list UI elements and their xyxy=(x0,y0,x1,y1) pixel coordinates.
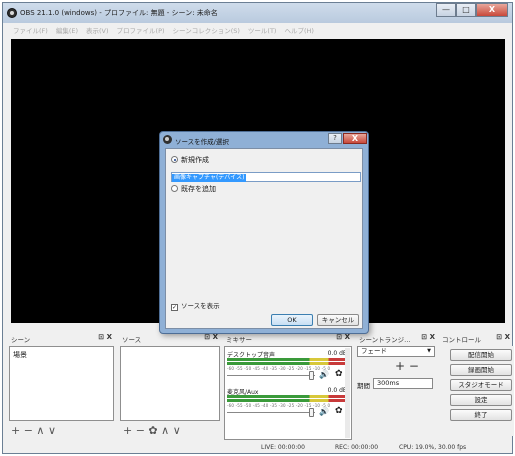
obs-logo-icon xyxy=(163,135,172,144)
gear-icon[interactable]: ✿ xyxy=(335,369,343,379)
window-caption-buttons: — □ X xyxy=(436,3,508,17)
obs-logo-icon xyxy=(7,8,17,18)
transition-add-remove[interactable]: + − xyxy=(395,359,419,373)
slider-track xyxy=(227,375,315,376)
create-source-dialog: ソースを作成/選択 ? X 新規作成 画像キャプチャ(デバイス) 既存を追加 ✓… xyxy=(159,131,369,334)
transitions-dock-header: シーントランジ… ⊡ X xyxy=(357,333,437,344)
window-title: OBS 21.1.0 (windows) - プロファイル: 無題 - シーン:… xyxy=(20,9,218,17)
controls-dock-header: コントロール ⊡ X xyxy=(440,333,512,344)
volume-meter xyxy=(227,395,345,398)
transition-select[interactable]: フェード ▼ xyxy=(357,346,435,357)
mixer-scrollbar[interactable] xyxy=(345,348,350,438)
scene-transitions: フェード ▼ + − 期間 300ms xyxy=(357,346,437,391)
radio-dot xyxy=(171,156,178,163)
controls-panel: 配信開始 録画開始 スタジオモード 設定 終了 xyxy=(440,346,514,436)
exit-button[interactable]: 終了 xyxy=(450,409,512,421)
menu-scene-collection[interactable]: シーンコレクション(S) xyxy=(173,25,240,35)
transition-value: フェード xyxy=(361,347,387,355)
cancel-button[interactable]: キャンセル xyxy=(317,314,359,326)
list-item[interactable]: 場景 xyxy=(13,350,27,360)
volume-slider[interactable]: 🔊 ✿ xyxy=(227,406,347,417)
minimize-button[interactable]: — xyxy=(436,3,456,17)
live-status: LIVE: 00:00:00 xyxy=(261,444,305,451)
slider-handle[interactable] xyxy=(309,371,314,380)
duration-spinbox[interactable]: 300ms xyxy=(373,378,433,389)
status-bar: LIVE: 00:00:00 REC: 00:00:00 CPU: 19.0%,… xyxy=(3,441,512,454)
create-new-radio[interactable]: 新規作成 xyxy=(171,155,209,165)
volume-meter xyxy=(227,362,345,365)
slider-handle[interactable] xyxy=(309,408,314,417)
sources-toolbar[interactable]: + − ✿ ∧ ∨ xyxy=(123,423,181,437)
sources-dock-buttons[interactable]: ⊡ X xyxy=(204,333,218,341)
start-recording-button[interactable]: 録画開始 xyxy=(450,364,512,376)
dialog-title: ソースを作成/選択 xyxy=(175,138,229,146)
title-bar: OBS 21.1.0 (windows) - プロファイル: 無題 - シーン:… xyxy=(3,3,512,23)
menu-file[interactable]: ファイル(F) xyxy=(13,25,48,35)
mixer-dock-buttons[interactable]: ⊡ X xyxy=(336,333,350,341)
dialog-body: 新規作成 画像キャプチャ(デバイス) 既存を追加 ✓ ソースを表示 OK キャンセ… xyxy=(165,148,363,329)
duration-label: 期間 xyxy=(357,382,370,390)
scenes-toolbar[interactable]: + − ∧ ∨ xyxy=(11,423,56,437)
existing-sources-list[interactable] xyxy=(171,195,361,295)
settings-button[interactable]: 設定 xyxy=(450,394,512,406)
menu-tools[interactable]: ツール(T) xyxy=(248,25,277,35)
help-button[interactable]: ? xyxy=(328,133,342,144)
close-button[interactable]: X xyxy=(476,3,508,17)
cpu-status: CPU: 19.0%, 30.00 fps xyxy=(399,444,467,451)
mixer-dock-header: ミキサー ⊡ X xyxy=(224,333,352,344)
controls-dock-title: コントロール xyxy=(442,336,481,344)
volume-meter xyxy=(227,358,345,361)
slider-track xyxy=(227,412,315,413)
source-name-value: 画像キャプチャ(デバイス) xyxy=(172,174,247,182)
scenes-dock-header: シーン ⊡ X xyxy=(9,333,114,344)
scenes-dock-buttons[interactable]: ⊡ X xyxy=(98,333,112,341)
menu-edit[interactable]: 編集(E) xyxy=(56,25,78,35)
scenes-dock-title: シーン xyxy=(11,336,31,344)
dialog-close-button[interactable]: X xyxy=(343,133,367,144)
menu-profile[interactable]: プロファイル(P) xyxy=(117,25,165,35)
scene-list[interactable]: 場景 xyxy=(9,346,114,421)
add-existing-label: 既存を追加 xyxy=(181,185,216,193)
create-new-label: 新規作成 xyxy=(181,156,209,164)
source-list[interactable] xyxy=(120,346,220,421)
gear-icon[interactable]: ✿ xyxy=(335,406,343,416)
visible-source-checkbox[interactable]: ✓ ソースを表示 xyxy=(171,300,220,311)
studio-mode-button[interactable]: スタジオモード xyxy=(450,379,512,391)
sources-dock-header: ソース ⊡ X xyxy=(120,333,220,344)
speaker-icon[interactable]: 🔊 xyxy=(319,407,329,416)
volume-meter xyxy=(227,399,345,402)
maximize-button[interactable]: □ xyxy=(456,3,476,17)
menu-bar: ファイル(F) 編集(E) 表示(V) プロファイル(P) シーンコレクション(… xyxy=(3,23,512,36)
chevron-down-icon: ▼ xyxy=(427,348,431,354)
controls-dock-buttons[interactable]: ⊡ X xyxy=(496,333,510,341)
transitions-dock-buttons[interactable]: ⊡ X xyxy=(421,333,435,341)
transitions-dock-title: シーントランジ… xyxy=(359,336,411,344)
volume-slider[interactable]: 🔊 ✿ xyxy=(227,369,347,380)
visible-source-label: ソースを表示 xyxy=(181,302,220,310)
add-existing-radio[interactable]: 既存を追加 xyxy=(171,184,216,194)
sources-dock-title: ソース xyxy=(122,336,142,344)
rec-status: REC: 00:00:00 xyxy=(335,444,379,451)
audio-mixer: デスクトップ音声 0.0 dB -60 -55 -50 -45 -40 -35 … xyxy=(224,346,352,440)
ok-button[interactable]: OK xyxy=(271,314,313,326)
menu-help[interactable]: ヘルプ(H) xyxy=(284,25,313,35)
source-name-field[interactable]: 画像キャプチャ(デバイス) xyxy=(171,172,361,182)
start-streaming-button[interactable]: 配信開始 xyxy=(450,349,512,361)
speaker-icon[interactable]: 🔊 xyxy=(319,370,329,379)
radio-dot xyxy=(171,185,178,192)
menu-view[interactable]: 表示(V) xyxy=(86,25,109,35)
check-icon: ✓ xyxy=(171,304,178,311)
mixer-dock-title: ミキサー xyxy=(226,336,252,344)
